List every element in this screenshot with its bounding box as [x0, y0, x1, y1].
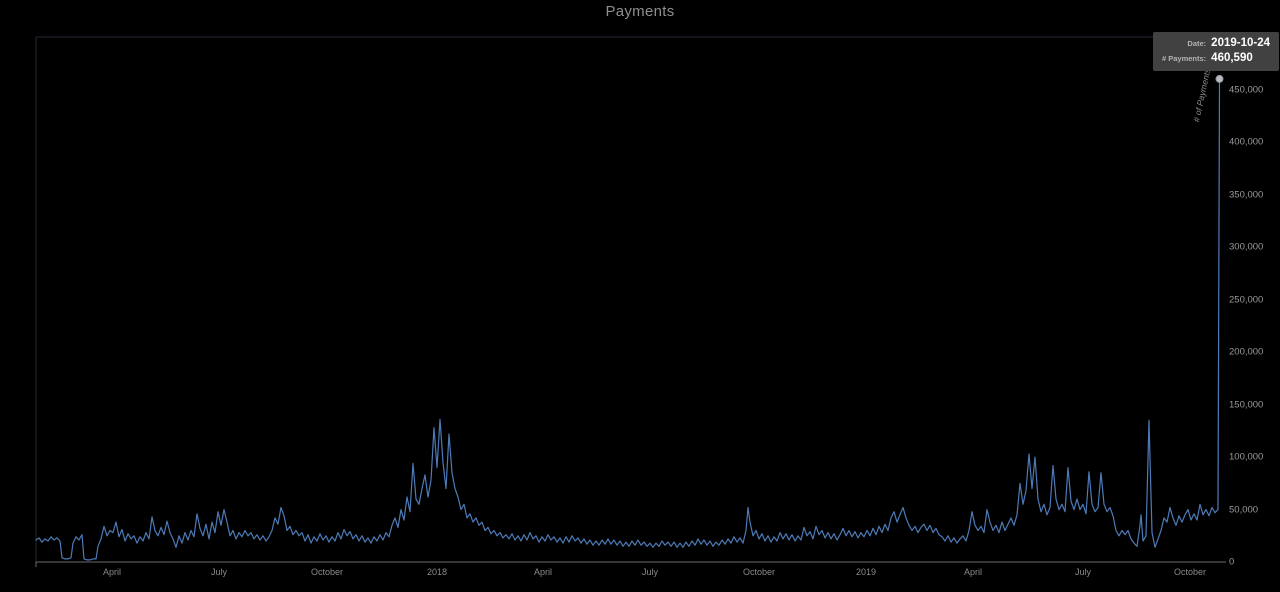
tooltip: Date: 2019-10-24 # Payments: 460,590	[1152, 32, 1279, 71]
x-tick-label: July	[210, 567, 228, 577]
x-tick-label: October	[1173, 567, 1207, 577]
y-tick-label: 400,000	[1229, 136, 1264, 148]
tooltip-payments-value: 460,590	[1211, 52, 1253, 64]
x-tick-label: October	[310, 567, 344, 577]
x-tick-label: April	[963, 567, 983, 577]
x-tick-label: July	[1074, 567, 1092, 577]
y-tick-label: 0	[1229, 556, 1235, 568]
y-tick-label: 250,000	[1229, 294, 1264, 306]
last-point-marker[interactable]	[1215, 74, 1224, 83]
payments-chart: Payments April July October 2018 April July Oc…	[0, 0, 1280, 592]
x-tick-label: April	[102, 567, 122, 577]
y-tick-label: 100,000	[1229, 451, 1264, 463]
x-tick-label: April	[533, 567, 553, 577]
tooltip-payments-label: # Payments:	[1161, 54, 1207, 63]
payments-series-line[interactable]	[35, 78, 1221, 561]
y-tick-label: 450,000	[1229, 84, 1264, 96]
x-tick-label: 2018	[426, 567, 448, 577]
y-tick-label: 300,000	[1229, 241, 1264, 253]
y-tick-label: 50,000	[1229, 504, 1259, 516]
x-tick-label: 2019	[855, 567, 877, 577]
x-tick-label: July	[641, 567, 659, 577]
tooltip-date-label: Date:	[1187, 39, 1207, 48]
tooltip-date-value: 2019-10-24	[1211, 37, 1270, 49]
plot-area[interactable]	[0, 0, 1280, 592]
x-tick-label: October	[742, 567, 776, 577]
y-tick-label: 150,000	[1229, 399, 1264, 411]
y-tick-label: 350,000	[1229, 189, 1264, 201]
y-tick-label: 200,000	[1229, 346, 1264, 358]
